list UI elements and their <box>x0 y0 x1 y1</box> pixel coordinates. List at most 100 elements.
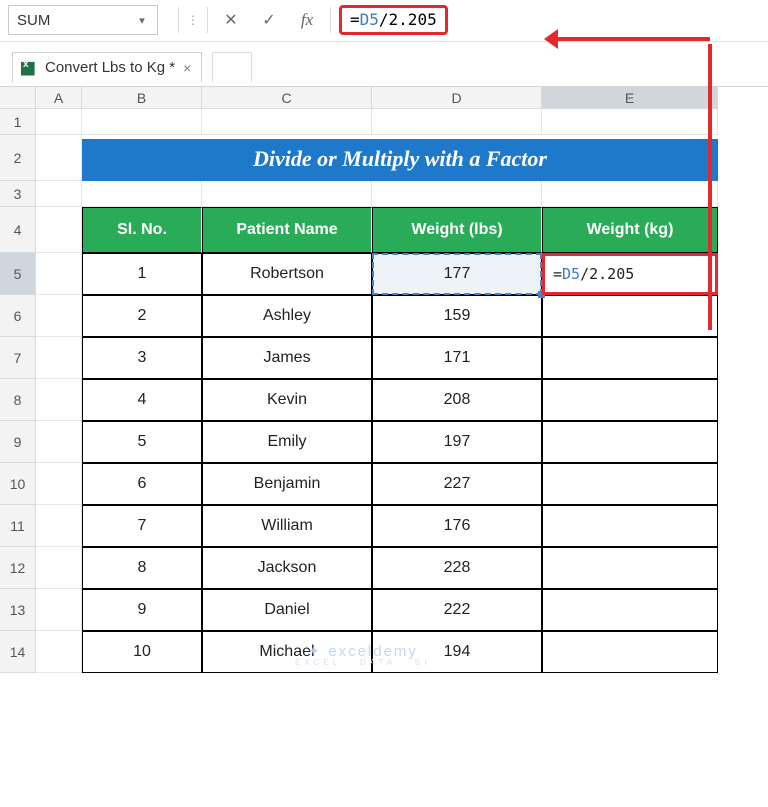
editing-cell[interactable]: =D5/2.205 <box>542 253 718 295</box>
table-cell-name[interactable]: Michael <box>202 631 372 673</box>
table-cell-kg[interactable] <box>542 463 718 505</box>
row-header[interactable]: 3 <box>0 181 36 207</box>
col-header-e[interactable]: E <box>542 87 718 109</box>
cell[interactable] <box>542 181 718 207</box>
table-cell-lbs[interactable]: 208 <box>372 379 542 421</box>
table-cell-name[interactable]: Kevin <box>202 379 372 421</box>
table-cell-lbs[interactable]: 194 <box>372 631 542 673</box>
row-header[interactable]: 8 <box>0 379 36 421</box>
table-cell-name[interactable]: Daniel <box>202 589 372 631</box>
cell[interactable] <box>36 135 82 181</box>
title-banner: Divide or Multiply with a Factor <box>82 139 718 181</box>
table-cell-slno[interactable]: 3 <box>82 337 202 379</box>
table-cell-name[interactable]: Emily <box>202 421 372 463</box>
cell[interactable] <box>372 109 542 135</box>
table-cell-kg[interactable] <box>542 295 718 337</box>
table-cell-lbs[interactable]: 177 <box>372 253 542 295</box>
table-cell-kg[interactable] <box>542 547 718 589</box>
table-cell-lbs[interactable]: 171 <box>372 337 542 379</box>
row-header[interactable]: 7 <box>0 337 36 379</box>
cell[interactable] <box>542 109 718 135</box>
table-cell-lbs[interactable]: 227 <box>372 463 542 505</box>
row-header[interactable]: 1 <box>0 109 36 135</box>
table-header[interactable]: Sl. No. <box>82 207 202 253</box>
cell[interactable] <box>36 207 82 253</box>
table-header[interactable]: Weight (kg) <box>542 207 718 253</box>
table-cell-kg[interactable] <box>542 505 718 547</box>
table-cell-slno[interactable]: 5 <box>82 421 202 463</box>
chevron-down-icon[interactable]: ▾ <box>135 14 149 27</box>
col-header-c[interactable]: C <box>202 87 372 109</box>
col-header-b[interactable]: B <box>82 87 202 109</box>
row-header[interactable]: 4 <box>0 207 36 253</box>
table-cell-lbs[interactable]: 159 <box>372 295 542 337</box>
table-cell-lbs[interactable]: 176 <box>372 505 542 547</box>
cell[interactable] <box>36 379 82 421</box>
table-header[interactable]: Weight (lbs) <box>372 207 542 253</box>
cell[interactable] <box>36 631 82 673</box>
table-cell-lbs[interactable]: 228 <box>372 547 542 589</box>
table-cell-name[interactable]: Benjamin <box>202 463 372 505</box>
select-all-corner[interactable] <box>0 87 36 109</box>
formula-text: =D5/2.205 <box>339 5 448 35</box>
table-cell-kg[interactable] <box>542 631 718 673</box>
excel-file-icon <box>21 60 37 76</box>
cell[interactable] <box>36 181 82 207</box>
table-cell-slno[interactable]: 9 <box>82 589 202 631</box>
table-cell-lbs[interactable]: 197 <box>372 421 542 463</box>
row-header[interactable]: 14 <box>0 631 36 673</box>
table-cell-name[interactable]: James <box>202 337 372 379</box>
table-cell-slno[interactable]: 2 <box>82 295 202 337</box>
cell[interactable] <box>36 589 82 631</box>
table-cell-name[interactable]: William <box>202 505 372 547</box>
name-box[interactable]: SUM ▾ <box>8 5 158 35</box>
col-header-a[interactable]: A <box>36 87 82 109</box>
table-cell-name[interactable]: Ashley <box>202 295 372 337</box>
cell[interactable] <box>36 547 82 589</box>
cell[interactable] <box>82 109 202 135</box>
row-header[interactable]: 9 <box>0 421 36 463</box>
cell[interactable] <box>36 421 82 463</box>
cell[interactable] <box>36 253 82 295</box>
row-header[interactable]: 12 <box>0 547 36 589</box>
table-header[interactable]: Patient Name <box>202 207 372 253</box>
table-cell-kg[interactable] <box>542 337 718 379</box>
cell[interactable] <box>36 505 82 547</box>
table-cell-slno[interactable]: 8 <box>82 547 202 589</box>
table-cell-slno[interactable]: 4 <box>82 379 202 421</box>
name-box-value: SUM <box>17 12 135 29</box>
row-header[interactable]: 2 <box>0 135 36 181</box>
fx-icon[interactable]: fx <box>288 5 326 35</box>
table-cell-slno[interactable]: 7 <box>82 505 202 547</box>
table-cell-slno[interactable]: 6 <box>82 463 202 505</box>
cell[interactable] <box>202 181 372 207</box>
table-cell-name[interactable]: Jackson <box>202 547 372 589</box>
workbook-title: Convert Lbs to Kg * <box>45 59 175 76</box>
cell[interactable] <box>202 109 372 135</box>
col-header-d[interactable]: D <box>372 87 542 109</box>
cell[interactable] <box>36 463 82 505</box>
table-cell-name[interactable]: Robertson <box>202 253 372 295</box>
row-header[interactable]: 11 <box>0 505 36 547</box>
row-header[interactable]: 5 <box>0 253 36 295</box>
cell[interactable] <box>36 295 82 337</box>
cell[interactable] <box>36 337 82 379</box>
row-header[interactable]: 6 <box>0 295 36 337</box>
table-cell-lbs[interactable]: 222 <box>372 589 542 631</box>
cell[interactable] <box>36 109 82 135</box>
table-cell-kg[interactable] <box>542 421 718 463</box>
cancel-formula-button[interactable]: ✕ <box>212 5 250 35</box>
cell[interactable] <box>82 181 202 207</box>
cell[interactable] <box>372 181 542 207</box>
table-cell-kg[interactable] <box>542 379 718 421</box>
table-cell-slno[interactable]: 1 <box>82 253 202 295</box>
row-header[interactable]: 10 <box>0 463 36 505</box>
confirm-formula-button[interactable]: ✓ <box>250 5 288 35</box>
more-icon[interactable]: ⋮ <box>183 5 203 35</box>
table-cell-slno[interactable]: 10 <box>82 631 202 673</box>
row-header[interactable]: 13 <box>0 589 36 631</box>
spreadsheet-grid: A B C D E 1 2 Divide or Multiply with a … <box>0 86 768 673</box>
workbook-tab[interactable]: Convert Lbs to Kg * × <box>12 52 202 82</box>
table-cell-kg[interactable] <box>542 589 718 631</box>
close-icon[interactable]: × <box>183 60 191 76</box>
